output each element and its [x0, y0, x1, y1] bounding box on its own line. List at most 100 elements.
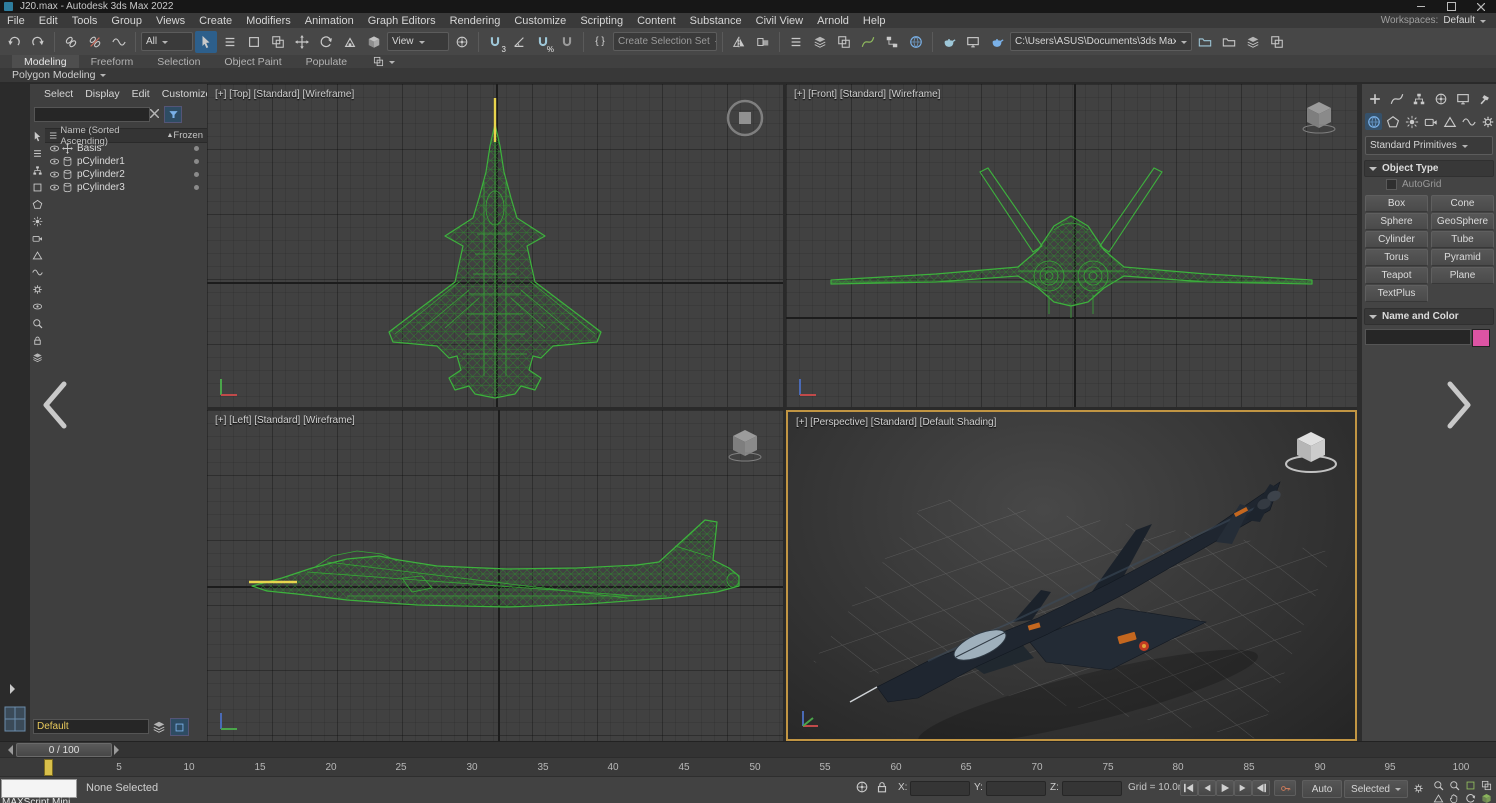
angle-snap-icon[interactable] — [508, 31, 530, 53]
viewcube-icon[interactable] — [1299, 98, 1339, 134]
zoom-extents-all-icon[interactable] — [1480, 779, 1493, 791]
object-color-swatch[interactable] — [1472, 329, 1490, 347]
explorer-column-header[interactable]: Name (Sorted Ascending) ▲ Frozen — [45, 128, 207, 143]
set-key-icon[interactable] — [1274, 780, 1296, 796]
viewport-layout-tabs-icon[interactable] — [4, 706, 26, 735]
time-slider[interactable]: 0 / 100 — [0, 741, 1496, 758]
viewport-left[interactable]: [+] [Left] [Standard] [Wireframe] — [207, 410, 783, 741]
menu-content[interactable]: Content — [630, 13, 683, 28]
workspace-dropdown[interactable]: Default — [1443, 15, 1486, 26]
plane-button[interactable]: Plane — [1431, 267, 1494, 284]
clear-search-icon[interactable] — [150, 109, 159, 121]
material-editor-icon[interactable] — [905, 31, 927, 53]
explorer-menu-display[interactable]: Display — [79, 86, 125, 102]
scene-converter-icon[interactable] — [1266, 31, 1288, 53]
selection-region-icon[interactable] — [243, 31, 265, 53]
explorer-menu-select[interactable]: Select — [38, 86, 79, 102]
collapse-panel-left-arrow[interactable] — [38, 378, 72, 432]
expand-arrow-icon[interactable] — [10, 684, 20, 694]
cameras-category-icon[interactable] — [1422, 113, 1439, 130]
curve-editor-icon[interactable] — [857, 31, 879, 53]
menu-customize[interactable]: Customize — [507, 13, 573, 28]
fov-icon[interactable] — [1432, 792, 1445, 803]
menu-scripting[interactable]: Scripting — [573, 13, 630, 28]
geometry-category-icon[interactable] — [1365, 113, 1382, 130]
spinner-snap-icon[interactable] — [556, 31, 578, 53]
menu-file[interactable]: File — [0, 13, 32, 28]
frozen-toggle-icon[interactable] — [194, 185, 199, 190]
shapes-category-icon[interactable] — [1384, 113, 1401, 130]
object-name[interactable]: Basis — [77, 143, 101, 154]
y-coordinate-field[interactable] — [986, 781, 1046, 796]
menu-civil-view[interactable]: Civil View — [749, 13, 810, 28]
isolate-selection-icon[interactable] — [855, 780, 869, 794]
object-type-rollout[interactable]: Object Type — [1364, 160, 1494, 177]
viewport-splitter-horizontal[interactable] — [207, 407, 1357, 410]
set-key-filter-dropdown[interactable]: Selected — [1344, 780, 1408, 798]
helpers-category-icon[interactable] — [1441, 113, 1458, 130]
viewport-top-label[interactable]: [+] [Top] [Standard] [Wireframe] — [215, 89, 354, 100]
modify-tab-icon[interactable] — [1388, 90, 1406, 108]
teapot-button[interactable]: Teapot — [1365, 267, 1428, 284]
layer-mode-icon[interactable] — [31, 351, 44, 364]
slider-step-right-icon[interactable] — [114, 745, 124, 755]
zoom-extents-icon[interactable] — [1464, 779, 1477, 791]
window-crossing-icon[interactable] — [267, 31, 289, 53]
named-selection-sets-combo[interactable]: Create Selection Set — [613, 32, 717, 51]
frozen-toggle-icon[interactable] — [194, 172, 199, 177]
object-name[interactable]: pCylinder1 — [77, 156, 125, 167]
create-tab-icon[interactable] — [1366, 90, 1384, 108]
filter-lights-icon[interactable] — [31, 215, 44, 228]
active-layer-field[interactable] — [33, 719, 149, 734]
object-name[interactable]: pCylinder2 — [77, 169, 125, 180]
lights-category-icon[interactable] — [1403, 113, 1420, 130]
go-to-end-button[interactable] — [1252, 780, 1270, 796]
display-tab-icon[interactable] — [1454, 90, 1472, 108]
hierarchy-view-icon[interactable] — [31, 164, 44, 177]
tube-button[interactable]: Tube — [1431, 231, 1494, 248]
selection-filter-dropdown[interactable]: All — [141, 32, 193, 51]
viewport-left-label[interactable]: [+] [Left] [Standard] [Wireframe] — [215, 415, 355, 426]
selection-lock-icon[interactable] — [875, 780, 889, 794]
box-button[interactable]: Box — [1365, 195, 1428, 212]
viewcube-icon[interactable] — [1281, 426, 1341, 476]
visibility-eye-icon[interactable] — [49, 143, 60, 154]
show-hidden-icon[interactable] — [31, 300, 44, 313]
asset-library-icon[interactable] — [1218, 31, 1240, 53]
search-filter-icon[interactable] — [164, 106, 182, 123]
menu-rendering[interactable]: Rendering — [443, 13, 508, 28]
viewcube-icon[interactable] — [725, 426, 765, 462]
viewport-front[interactable]: [+] [Front] [Standard] [Wireframe] — [786, 84, 1357, 407]
filter-geometry-icon[interactable] — [31, 181, 44, 194]
menu-edit[interactable]: Edit — [32, 13, 65, 28]
visibility-eye-icon[interactable] — [49, 169, 60, 180]
redo-icon[interactable] — [27, 31, 49, 53]
ribbon-tab-object-paint[interactable]: Object Paint — [212, 55, 293, 68]
geosphere-button[interactable]: GeoSphere — [1431, 213, 1494, 230]
sphere-button[interactable]: Sphere — [1365, 213, 1428, 230]
filter-spacewarps-icon[interactable] — [31, 266, 44, 279]
edit-named-selection-sets-icon[interactable]: { } — [589, 31, 611, 53]
align-icon[interactable] — [752, 31, 774, 53]
render-setup-icon[interactable] — [938, 31, 960, 53]
menu-views[interactable]: Views — [149, 13, 192, 28]
bind-to-space-warp-icon[interactable] — [108, 31, 130, 53]
spacewarps-category-icon[interactable] — [1460, 113, 1477, 130]
z-coordinate-field[interactable] — [1062, 781, 1122, 796]
zoom-all-icon[interactable] — [1448, 779, 1461, 791]
visibility-eye-icon[interactable] — [49, 182, 60, 193]
select-and-move-icon[interactable] — [291, 31, 313, 53]
explorer-menu-edit[interactable]: Edit — [126, 86, 156, 102]
select-and-scale-icon[interactable] — [339, 31, 361, 53]
viewport-perspective[interactable]: [+] [Perspective] [Standard] [Default Sh… — [786, 410, 1357, 741]
filter-shapes-icon[interactable] — [31, 198, 44, 211]
previous-frame-button[interactable] — [1198, 780, 1216, 796]
select-and-rotate-icon[interactable] — [315, 31, 337, 53]
find-icon[interactable] — [31, 317, 44, 330]
key-filters-icon[interactable] — [1412, 782, 1425, 794]
render-production-icon[interactable] — [986, 31, 1008, 53]
utilities-tab-icon[interactable] — [1476, 90, 1494, 108]
viewport-top[interactable]: [+] [Top] [Standard] [Wireframe] — [207, 84, 783, 407]
object-name[interactable]: pCylinder3 — [77, 182, 125, 193]
frozen-toggle-icon[interactable] — [194, 159, 199, 164]
